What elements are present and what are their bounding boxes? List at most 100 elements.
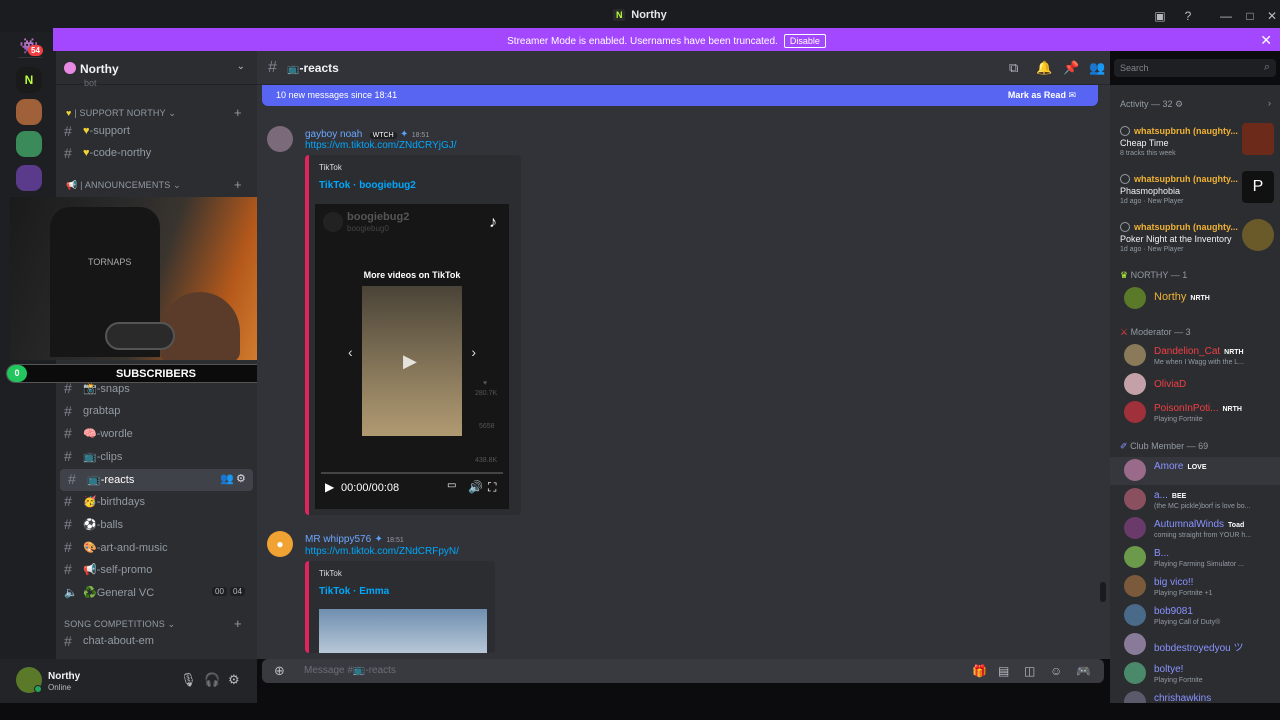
embed-provider: TikTok (319, 569, 342, 578)
message-link[interactable]: https://vm.tiktok.com/ZNdCRFpyN/ (305, 546, 459, 557)
embed-title[interactable]: TikTok · Emma (319, 586, 389, 597)
server-badge-icon (64, 62, 76, 74)
user-name[interactable]: Northy (48, 671, 80, 682)
voice-channel-general[interactable]: 🔈 ♻️General VC 00 04 (56, 582, 249, 604)
chevron-down-icon[interactable]: ⌄ (237, 61, 245, 72)
chevron-right-icon[interactable]: › (471, 344, 476, 360)
minimize-button[interactable]: — (1216, 6, 1236, 26)
search-box[interactable]: Search ⌕ (1114, 59, 1276, 77)
channel-code-northy[interactable]: # ♥-code-northy (56, 143, 249, 165)
volume-icon[interactable]: 🔊 (468, 480, 483, 494)
member-list-item[interactable]: bob9081 Playing Call of Duty® (1110, 602, 1280, 630)
fullscreen-icon[interactable]: ⛶ (488, 480, 496, 495)
hash-icon: # (64, 561, 72, 577)
video-thumbnail[interactable] (319, 609, 487, 653)
server-icon[interactable] (16, 131, 42, 157)
member-list-item[interactable]: Dandelion_Cat NRTH Me when I Wagg with th… (1110, 342, 1280, 370)
close-banner-icon[interactable]: ✕ (1260, 32, 1272, 49)
add-member-icon[interactable]: 👥 (220, 472, 234, 485)
avatar (1124, 633, 1146, 655)
member-list-item[interactable]: a... BEE (the MC pickle)borf is love bo..… (1110, 486, 1280, 514)
channel-support[interactable]: # ♥-support (56, 121, 249, 143)
member-list-item[interactable]: big vico!! Playing Fortnite +1 (1110, 573, 1280, 601)
channel-wordle[interactable]: # 🧠-wordle (56, 423, 249, 445)
member-list-item[interactable]: AutumnalWinds Toad coming straight from Y… (1110, 515, 1280, 543)
add-channel-icon[interactable]: + (234, 105, 242, 120)
add-channel-icon[interactable]: + (234, 177, 242, 192)
channel-self-promo[interactable]: # 📢-self-promo (56, 559, 249, 581)
user-status: Online (48, 683, 72, 692)
play-icon[interactable]: ▶ (325, 480, 334, 494)
member-list-item[interactable]: bobdestroyedyou ツ (1110, 631, 1280, 659)
channel-chat-about-em[interactable]: # chat-about-em (56, 631, 249, 653)
disable-streamer-button[interactable]: Disable (783, 34, 826, 48)
message-composer[interactable]: ⊕ Message #📺-reacts 🎁 ▤ ◫ ☺ 🎮 (262, 659, 1104, 683)
gear-icon[interactable]: ⚙ (228, 672, 240, 688)
channel-balls[interactable]: # ⚽-balls (56, 514, 249, 536)
category-announcements[interactable]: 📢 | ANNOUNCEMENTS ⌄ (66, 180, 181, 191)
video-progress-bar[interactable] (321, 472, 503, 474)
help-icon[interactable]: ? (1178, 6, 1198, 26)
gear-icon[interactable]: ⚙ (236, 472, 246, 485)
play-overlay-icon[interactable]: ▶ (403, 351, 417, 372)
member-list-item[interactable]: chrishawkins (1110, 689, 1280, 703)
avatar[interactable] (267, 126, 293, 152)
apps-icon[interactable]: 🎮 (1076, 664, 1091, 678)
chat-scrollbar[interactable] (1100, 582, 1106, 602)
close-window-button[interactable]: ✕ (1262, 6, 1280, 26)
activity-item[interactable]: whatsupbruh (naughty... Phasmophobia 1d … (1110, 167, 1280, 211)
category-support[interactable]: ♥ | SUPPORT NORTHY ⌄ (66, 108, 176, 119)
maximize-button[interactable]: □ (1240, 6, 1260, 26)
category-song-competitions[interactable]: SONG COMPETITIONS ⌄ (64, 619, 175, 630)
discord-avatar-icon[interactable]: ● (267, 531, 293, 557)
search-icon[interactable]: ⌕ (1264, 61, 1270, 74)
sticker-icon[interactable]: ◫ (1024, 664, 1035, 678)
member-list-item[interactable]: OliviaD (1110, 371, 1280, 399)
video-player[interactable]: boogiebug2 boogiebug0 ♪ More videos on T… (315, 204, 509, 509)
new-messages-bar[interactable]: 10 new messages since 18:41 Mark as Read… (262, 85, 1098, 106)
channel-reacts[interactable]: # 📺-reacts 👥 ⚙ (60, 469, 253, 491)
member-list-item[interactable]: boltye! Playing Fortnite (1110, 660, 1280, 688)
channel-birthdays[interactable]: # 🥳-birthdays (56, 491, 249, 513)
like-count: 280.7K (475, 390, 498, 397)
emoji-icon[interactable]: ☺ (1050, 664, 1062, 678)
gear-icon: ⚙ (1175, 99, 1184, 109)
headphones-icon[interactable]: 🎧 (204, 672, 220, 688)
channel-item-top[interactable]: bot (84, 78, 97, 88)
channel-art-and-music[interactable]: # 🎨-art-and-music (56, 537, 249, 559)
member-northy[interactable]: Northy NRTH (1110, 285, 1280, 313)
app-logo-icon: N (613, 9, 626, 22)
member-list-icon[interactable]: 👥 (1089, 60, 1105, 76)
chevron-left-icon[interactable]: ‹ (348, 344, 353, 360)
captions-icon[interactable]: ▭ (447, 480, 456, 491)
channel-grabtap[interactable]: # grabtap (56, 401, 249, 423)
channel-clips[interactable]: # 📺-clips (56, 446, 249, 468)
avatar (1124, 691, 1146, 703)
message-link[interactable]: https://vm.tiktok.com/ZNdCRYjGJ/ (305, 140, 457, 151)
microphone-icon[interactable]: 🎙 (180, 672, 197, 688)
message-input[interactable]: Message #📺-reacts (304, 665, 396, 676)
author-name[interactable]: gayboy noah (305, 129, 362, 140)
member-list-item[interactable]: PoisonInPoti... NRTH Playing Fortnite (1110, 399, 1280, 427)
gif-icon[interactable]: ▤ (998, 664, 1009, 678)
bell-icon[interactable]: 🔔 (1036, 60, 1052, 76)
member-list-item[interactable]: Amore LOVE (1110, 457, 1280, 485)
chevron-right-icon[interactable]: › (1268, 98, 1271, 108)
add-attachment-icon[interactable]: ⊕ (274, 663, 285, 679)
embed-title[interactable]: TikTok · boogiebug2 (319, 180, 416, 191)
server-icon[interactable] (16, 99, 42, 125)
server-northy-icon[interactable]: N (16, 67, 42, 93)
threads-icon[interactable]: ⧉ (1009, 60, 1018, 76)
bottom-strip (0, 703, 1280, 720)
author-name[interactable]: MR whippy576 (305, 534, 371, 545)
gift-icon[interactable]: 🎁 (972, 664, 987, 678)
member-list-item[interactable]: B... Playing Farming Simulator ... (1110, 544, 1280, 572)
activity-item[interactable]: whatsupbruh (naughty... Cheap Time 8 tra… (1110, 119, 1280, 163)
mark-as-read-button[interactable]: Mark as Read ✉ (1008, 90, 1076, 101)
pin-icon[interactable]: 📌 (1063, 60, 1079, 76)
inbox-icon[interactable]: ▣ (1150, 6, 1170, 26)
add-channel-icon[interactable]: + (234, 616, 242, 631)
server-folder-icon[interactable] (16, 165, 42, 191)
hash-icon: # (64, 539, 72, 555)
activity-item[interactable]: whatsupbruh (naughty... Poker Night at t… (1110, 215, 1280, 259)
